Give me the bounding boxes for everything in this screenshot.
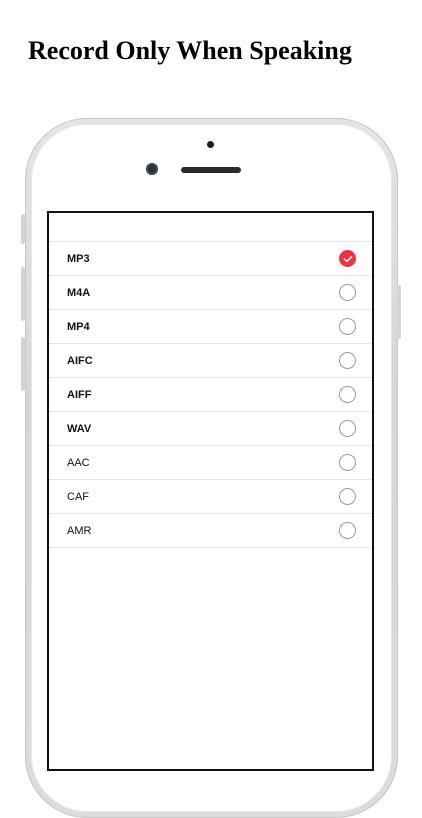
format-row-mp3[interactable]: MP3 [49, 242, 372, 276]
phone-screen: MP3 M4A MP4 AIFC AIFF WAV AAC CAF AMR [47, 211, 374, 771]
radio-unselected-icon[interactable] [339, 420, 356, 437]
format-label: WAV [67, 422, 92, 435]
proximity-sensor [207, 141, 214, 148]
power-button [397, 285, 401, 339]
format-label: MP3 [67, 252, 90, 265]
radio-unselected-icon[interactable] [339, 352, 356, 369]
format-row-aiff[interactable]: AIFF [49, 378, 372, 412]
promo-headline: Record Only When Speaking [28, 36, 352, 65]
format-row-mp4[interactable]: MP4 [49, 310, 372, 344]
format-row-caf[interactable]: CAF [49, 480, 372, 514]
radio-unselected-icon[interactable] [339, 318, 356, 335]
format-label: AAC [67, 456, 90, 469]
format-label: AMR [67, 524, 92, 537]
radio-unselected-icon[interactable] [339, 454, 356, 471]
mute-switch [21, 214, 25, 244]
volume-up-button [21, 267, 25, 321]
front-camera-icon [146, 163, 158, 175]
format-label: AIFC [67, 354, 93, 367]
format-row-aac[interactable]: AAC [49, 446, 372, 480]
radio-selected-icon[interactable] [339, 250, 356, 267]
format-row-m4a[interactable]: M4A [49, 276, 372, 310]
format-list: MP3 M4A MP4 AIFC AIFF WAV AAC CAF AMR [49, 241, 372, 548]
checkmark-icon [343, 255, 352, 262]
format-row-wav[interactable]: WAV [49, 412, 372, 446]
format-label: AIFF [67, 388, 92, 401]
radio-unselected-icon[interactable] [339, 386, 356, 403]
format-label: MP4 [67, 320, 90, 333]
format-label: CAF [67, 490, 89, 503]
radio-unselected-icon[interactable] [339, 522, 356, 539]
earpiece-speaker [181, 167, 241, 173]
format-label: M4A [67, 286, 91, 299]
format-row-amr[interactable]: AMR [49, 514, 372, 548]
radio-unselected-icon[interactable] [339, 488, 356, 505]
format-row-aifc[interactable]: AIFC [49, 344, 372, 378]
radio-unselected-icon[interactable] [339, 284, 356, 301]
volume-down-button [21, 337, 25, 391]
